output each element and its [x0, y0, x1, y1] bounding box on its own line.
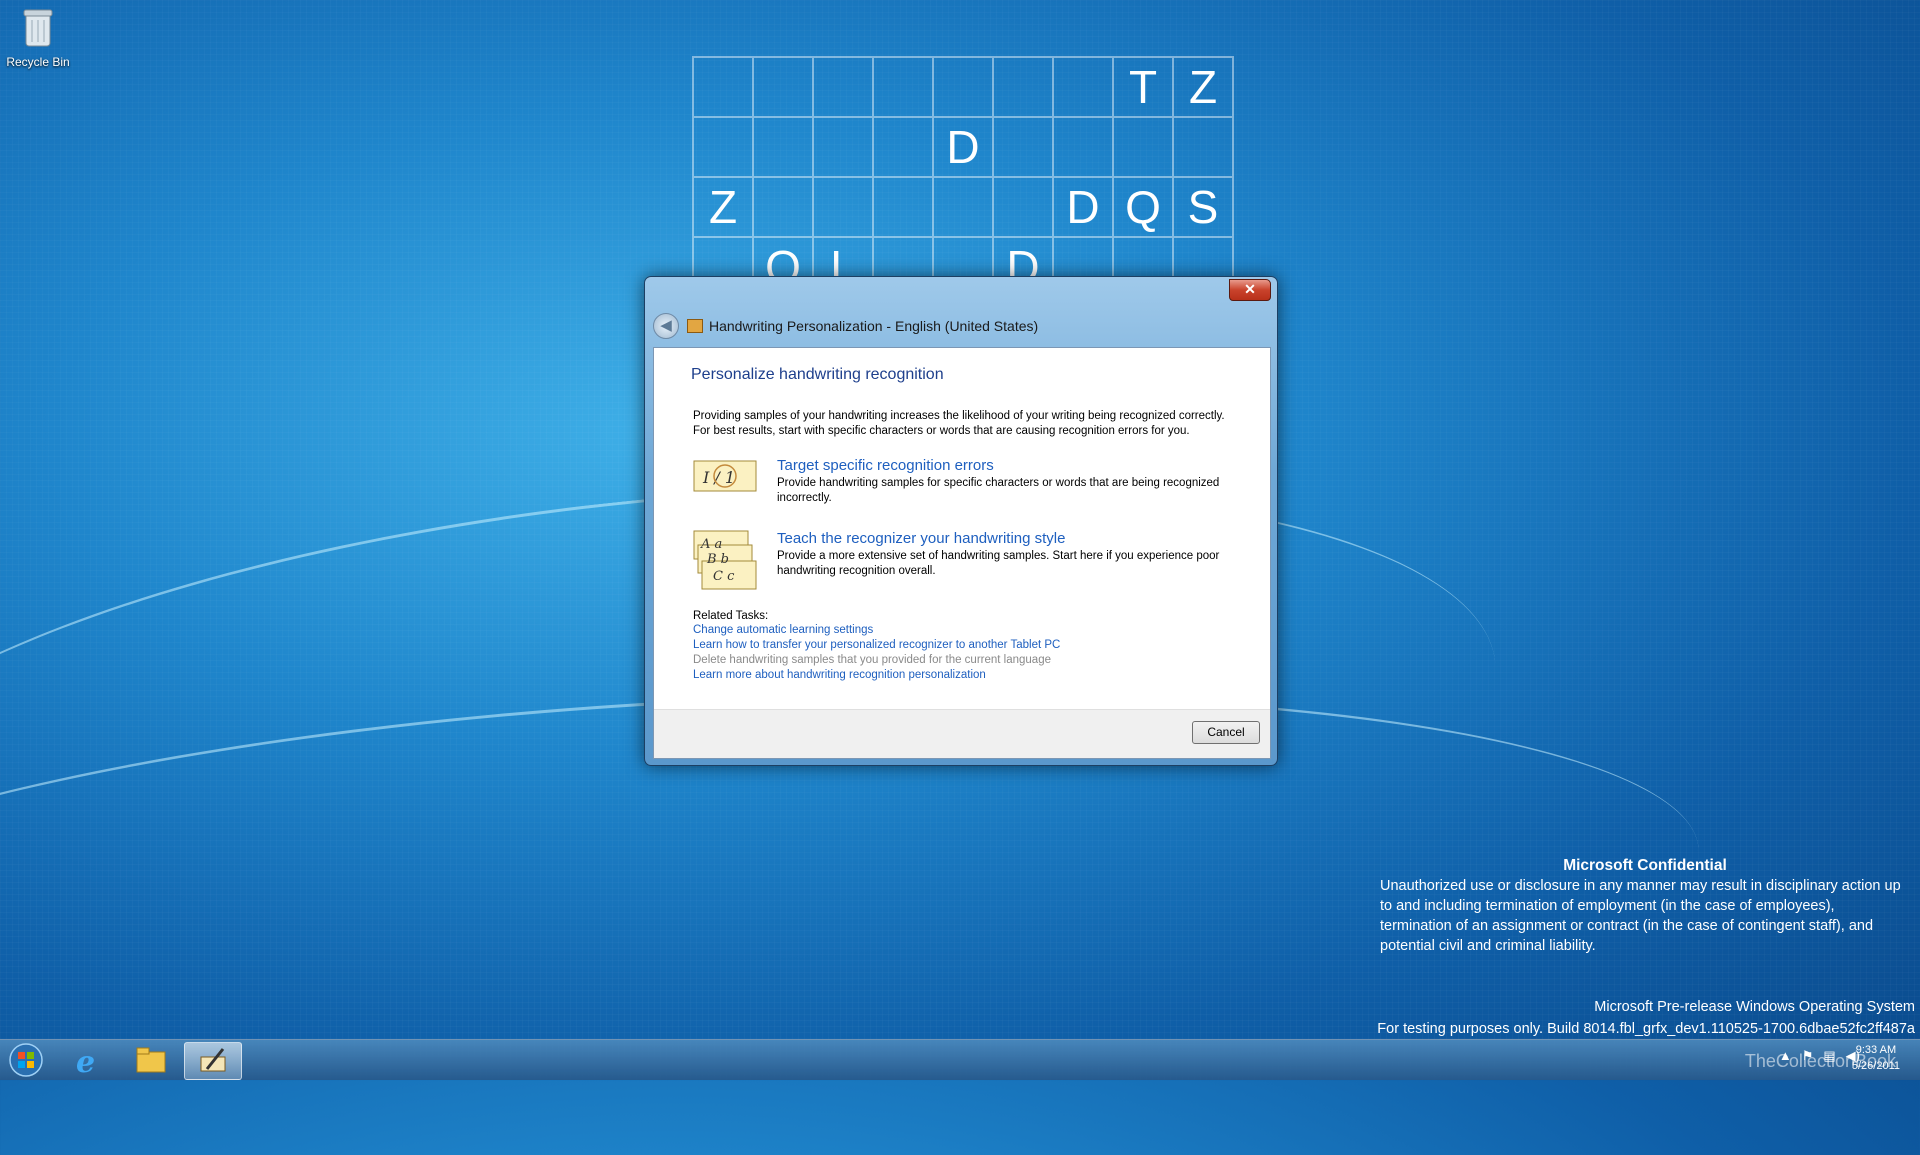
handwriting-taskbar-button[interactable] — [184, 1042, 242, 1080]
grid-cell — [1054, 58, 1114, 118]
intro-text: Providing samples of your handwriting in… — [693, 410, 1225, 437]
grid-cell — [994, 58, 1054, 118]
recycle-bin-label: Recycle Bin — [6, 55, 70, 69]
file-explorer-taskbar-button[interactable] — [122, 1042, 178, 1078]
task-teach-style-description: Provide a more extensive set of handwrit… — [777, 550, 1220, 577]
svg-text:C c: C c — [713, 569, 735, 584]
grid-cell — [874, 178, 934, 238]
grid-cell — [754, 118, 814, 178]
prerelease-notice: Microsoft Pre-release Windows Operating … — [1377, 996, 1915, 1040]
svg-text:e: e — [76, 1045, 95, 1078]
grid-cell — [874, 58, 934, 118]
grid-cell — [694, 118, 754, 178]
confidential-notice: Microsoft Confidential Unauthorized use … — [1380, 856, 1910, 956]
grid-cell: T — [1114, 58, 1174, 118]
task-target-errors-title[interactable]: Target specific recognition errors — [777, 457, 1237, 474]
prerelease-line-1: Microsoft Pre-release Windows Operating … — [1594, 999, 1915, 1015]
taskbar: e ▲ ⚑ ▤ ◀) 9:33 AM 5/26/2011 TheCollecti… — [0, 1039, 1920, 1080]
change-learning-settings-link[interactable]: Change automatic learning settings — [693, 623, 1270, 638]
confidential-body: Unauthorized use or disclosure in any ma… — [1380, 878, 1901, 954]
prerelease-line-2: For testing purposes only. Build 8014.fb… — [1377, 1021, 1915, 1037]
window-title: Handwriting Personalization - English (U… — [709, 318, 1039, 334]
svg-text:B b: B b — [706, 552, 729, 567]
transfer-recognizer-link[interactable]: Learn how to transfer your personalized … — [693, 638, 1270, 653]
grid-cell: S — [1174, 178, 1234, 238]
recycle-bin-icon — [23, 9, 53, 47]
grid-cell — [754, 178, 814, 238]
grid-cell — [1114, 118, 1174, 178]
content-panel: Personalize handwriting recognition Prov… — [654, 348, 1270, 683]
window-client-area: Personalize handwriting recognition Prov… — [653, 347, 1271, 759]
grid-cell — [814, 58, 874, 118]
grid-cell — [1174, 118, 1234, 178]
handwriting-style-icon: A a B b C c — [693, 530, 757, 590]
grid-cell: Z — [694, 178, 754, 238]
back-arrow-icon: ◀ — [660, 317, 672, 334]
task-teach-style-title[interactable]: Teach the recognizer your handwriting st… — [777, 530, 1237, 547]
grid-cell — [994, 118, 1054, 178]
grid-cell: D — [1054, 178, 1114, 238]
internet-explorer-taskbar-button[interactable]: e — [60, 1042, 116, 1080]
grid-cell: Z — [1174, 58, 1234, 118]
internet-explorer-icon: e — [76, 1045, 95, 1080]
button-footer: Cancel — [654, 709, 1270, 758]
start-button[interactable] — [4, 1041, 48, 1079]
svg-text:A a: A a — [700, 537, 722, 552]
grid-cell — [934, 178, 994, 238]
recycle-bin-shortcut[interactable]: Recycle Bin — [4, 6, 72, 69]
grid-cell: Q — [1114, 178, 1174, 238]
grid-cell — [814, 118, 874, 178]
grid-cell — [814, 178, 874, 238]
close-button[interactable]: ✕ — [1229, 279, 1271, 301]
cancel-button[interactable]: Cancel — [1192, 721, 1260, 744]
pen-icon — [200, 1048, 226, 1072]
grid-cell — [694, 58, 754, 118]
task-target-errors[interactable]: I / 1 Target specific recognition errors… — [693, 457, 1270, 506]
grid-cell — [934, 58, 994, 118]
handwriting-app-icon — [687, 319, 703, 333]
learn-more-link[interactable]: Learn more about handwriting recognition… — [693, 668, 1270, 683]
title-bar: ◀ Handwriting Personalization - English … — [653, 311, 1269, 341]
grid-cell: D — [934, 118, 994, 178]
grid-cell — [754, 58, 814, 118]
task-teach-style[interactable]: A a B b C c Teach the recognizer your ha… — [693, 530, 1270, 592]
back-button[interactable]: ◀ — [653, 313, 679, 339]
delete-samples-link: Delete handwriting samples that you prov… — [693, 654, 1051, 666]
grid-cell — [994, 178, 1054, 238]
related-tasks-heading: Related Tasks: — [693, 610, 769, 622]
handwriting-personalization-window: ✕ ◀ Handwriting Personalization - Englis… — [644, 276, 1278, 766]
task-target-errors-description: Provide handwriting samples for specific… — [777, 477, 1220, 504]
page-heading: Personalize handwriting recognition — [691, 366, 944, 383]
handwriting-errors-icon: I / 1 — [693, 460, 757, 492]
grid-cell — [874, 118, 934, 178]
folder-icon — [136, 1047, 166, 1073]
brand-watermark: TheCollectionBook — [1744, 1051, 1896, 1071]
confidential-title: Microsoft Confidential — [1563, 857, 1727, 874]
grid-cell — [1054, 118, 1114, 178]
